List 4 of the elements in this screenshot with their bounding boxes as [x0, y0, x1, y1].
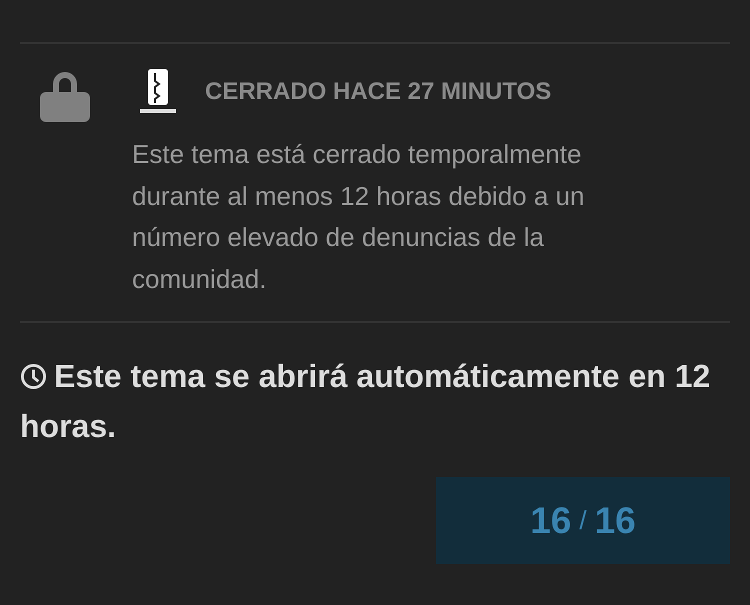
clock-icon [20, 363, 47, 390]
closed-status: CERRADO HACE 27 MINUTOS [205, 78, 552, 106]
auto-open-notice: Este tema se abrirá automáticamente en 12 horas. [20, 357, 712, 446]
closed-message: Este tema está cerrado temporalmente durante al menos 12 horas debido a un número elevado de denuncias de la comunidad. [132, 138, 586, 296]
